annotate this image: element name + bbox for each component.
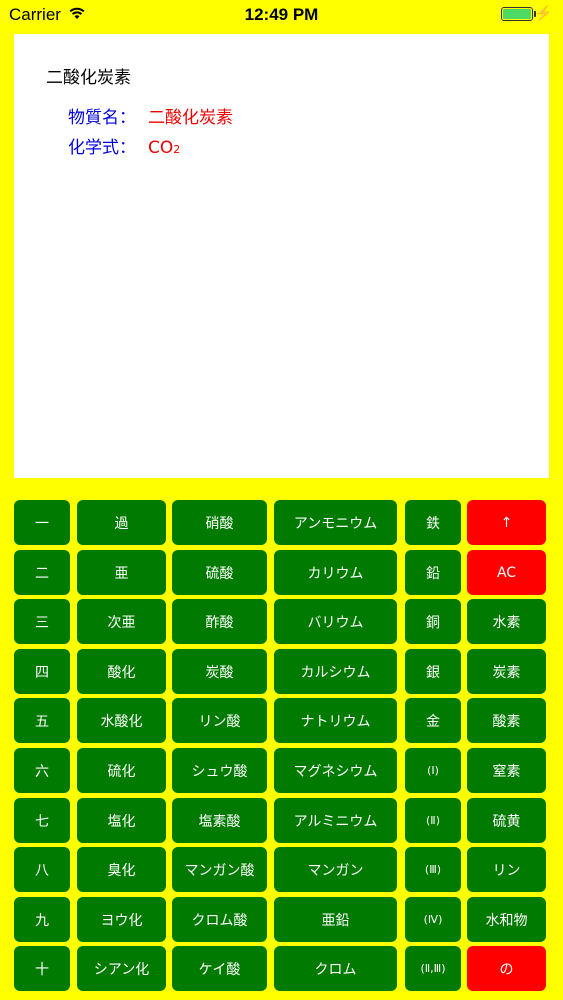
- result-display: 二酸化炭素 物質名： 二酸化炭素 化学式： CO2: [14, 34, 549, 478]
- key-metal-valence-6[interactable]: (Ⅰ): [405, 748, 461, 793]
- key-metal-valence-3[interactable]: 銅: [405, 599, 461, 644]
- key-acid-5[interactable]: リン酸: [172, 698, 267, 743]
- key-cation-3[interactable]: バリウム: [274, 599, 397, 644]
- key-element-1[interactable]: ↑: [467, 500, 546, 545]
- key-prefix-8[interactable]: 臭化: [77, 847, 166, 892]
- key-element-3[interactable]: 水素: [467, 599, 546, 644]
- formula-subscript: 2: [173, 143, 181, 156]
- key-number-6[interactable]: 六: [14, 748, 70, 793]
- key-acid-1[interactable]: 硝酸: [172, 500, 267, 545]
- key-cation-9[interactable]: 亜鉛: [274, 897, 397, 942]
- key-prefix-10[interactable]: シアン化: [77, 946, 166, 991]
- key-acid-7[interactable]: 塩素酸: [172, 798, 267, 843]
- key-metal-valence-9[interactable]: (Ⅳ): [405, 897, 461, 942]
- key-metal-valence-5[interactable]: 金: [405, 698, 461, 743]
- key-prefix-4[interactable]: 酸化: [77, 649, 166, 694]
- charging-icon: ⚡: [534, 5, 553, 22]
- compound-title: 二酸化炭素: [46, 68, 131, 88]
- key-prefix-1[interactable]: 過: [77, 500, 166, 545]
- key-element-5[interactable]: 酸素: [467, 698, 546, 743]
- substance-name-value: 二酸化炭素: [148, 108, 233, 128]
- key-prefix-6[interactable]: 硫化: [77, 748, 166, 793]
- key-number-3[interactable]: 三: [14, 599, 70, 644]
- key-cation-7[interactable]: アルミニウム: [274, 798, 397, 843]
- key-number-4[interactable]: 四: [14, 649, 70, 694]
- key-prefix-9[interactable]: ヨウ化: [77, 897, 166, 942]
- substance-name-label: 物質名：: [68, 108, 136, 128]
- key-metal-valence-7[interactable]: (Ⅱ): [405, 798, 461, 843]
- key-prefix-3[interactable]: 次亜: [77, 599, 166, 644]
- key-cation-4[interactable]: カルシウム: [274, 649, 397, 694]
- key-cation-10[interactable]: クロム: [274, 946, 397, 991]
- key-metal-valence-10[interactable]: (Ⅱ,Ⅲ): [405, 946, 461, 991]
- key-cation-2[interactable]: カリウム: [274, 550, 397, 595]
- key-element-7[interactable]: 硫黄: [467, 798, 546, 843]
- key-cation-8[interactable]: マンガン: [274, 847, 397, 892]
- key-element-9[interactable]: 水和物: [467, 897, 546, 942]
- key-element-4[interactable]: 炭素: [467, 649, 546, 694]
- status-bar: Carrier 12:49 PM ⚡: [0, 0, 563, 28]
- key-prefix-5[interactable]: 水酸化: [77, 698, 166, 743]
- key-acid-6[interactable]: シュウ酸: [172, 748, 267, 793]
- key-number-10[interactable]: 十: [14, 946, 70, 991]
- key-number-5[interactable]: 五: [14, 698, 70, 743]
- key-metal-valence-2[interactable]: 鉛: [405, 550, 461, 595]
- formula-row: 化学式： CO2: [68, 133, 180, 158]
- key-acid-3[interactable]: 酢酸: [172, 599, 267, 644]
- key-element-2[interactable]: AC: [467, 550, 546, 595]
- key-acid-4[interactable]: 炭酸: [172, 649, 267, 694]
- key-prefix-7[interactable]: 塩化: [77, 798, 166, 843]
- key-metal-valence-4[interactable]: 銀: [405, 649, 461, 694]
- key-cation-1[interactable]: アンモニウム: [274, 500, 397, 545]
- key-acid-10[interactable]: ケイ酸: [172, 946, 267, 991]
- key-metal-valence-1[interactable]: 鉄: [405, 500, 461, 545]
- key-acid-2[interactable]: 硫酸: [172, 550, 267, 595]
- formula-label: 化学式：: [68, 138, 136, 158]
- key-prefix-2[interactable]: 亜: [77, 550, 166, 595]
- key-cation-5[interactable]: ナトリウム: [274, 698, 397, 743]
- key-acid-8[interactable]: マンガン酸: [172, 847, 267, 892]
- key-number-1[interactable]: 一: [14, 500, 70, 545]
- substance-name-row: 物質名： 二酸化炭素: [68, 103, 233, 128]
- clock: 12:49 PM: [244, 5, 319, 24]
- key-number-8[interactable]: 八: [14, 847, 70, 892]
- key-acid-9[interactable]: クロム酸: [172, 897, 267, 942]
- key-element-6[interactable]: 窒素: [467, 748, 546, 793]
- battery-icon: [501, 7, 533, 21]
- key-number-2[interactable]: 二: [14, 550, 70, 595]
- key-number-7[interactable]: 七: [14, 798, 70, 843]
- key-number-9[interactable]: 九: [14, 897, 70, 942]
- formula-main: CO: [148, 138, 174, 158]
- formula-value: CO2: [148, 138, 180, 158]
- key-element-8[interactable]: リン: [467, 847, 546, 892]
- key-cation-6[interactable]: マグネシウム: [274, 748, 397, 793]
- key-element-10[interactable]: の: [467, 946, 546, 991]
- key-metal-valence-8[interactable]: (Ⅲ): [405, 847, 461, 892]
